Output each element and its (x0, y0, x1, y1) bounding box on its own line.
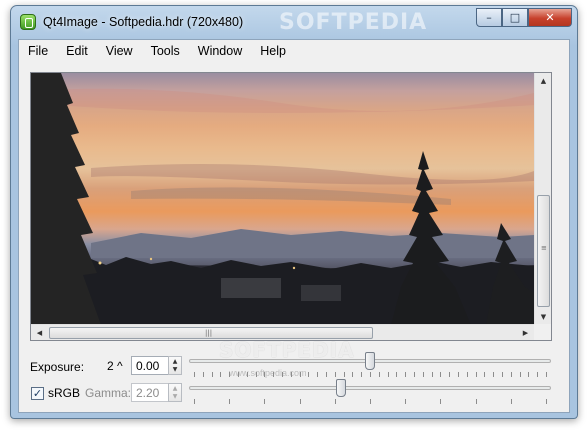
slider-tick (476, 399, 477, 404)
slider-tick (379, 372, 380, 377)
stepper-up-icon[interactable]: ▲ (173, 358, 178, 365)
scroll-grip-icon: ≡ (541, 244, 547, 252)
slider-tick (484, 372, 485, 377)
menu-help[interactable]: Help (251, 40, 295, 62)
slider-tick (273, 372, 274, 377)
slider-tick (238, 372, 239, 377)
client-area: File Edit View Tools Window Help ▲ ≡ ▼ ◀… (18, 39, 570, 413)
srgb-label: sRGB (48, 386, 81, 400)
slider-tick (194, 399, 195, 404)
slider-tick (511, 399, 512, 404)
exposure-range-label: 2 ^ (107, 359, 123, 373)
slider-tick (493, 372, 494, 377)
slider-tick (440, 399, 441, 404)
window-title: Qt4Image - Softpedia.hdr (720x480) (43, 15, 244, 29)
stepper-up-icon[interactable]: ▲ (173, 385, 178, 392)
slider-tick (502, 372, 503, 377)
slider-tick (282, 372, 283, 377)
slider-tick (335, 399, 336, 404)
slider-tick (308, 372, 309, 377)
watermark-text: SOFTPEDIA (279, 10, 428, 35)
slider-tick (511, 372, 512, 377)
slider-tick (335, 372, 336, 377)
app-window: Qt4Image - Softpedia.hdr (720x480) SOFTP… (10, 5, 578, 419)
slider-tick (317, 372, 318, 377)
slider-tick (361, 372, 362, 377)
slider-tick (546, 372, 547, 377)
slider-tick (432, 372, 433, 377)
slider-tick (449, 372, 450, 377)
title-bar[interactable]: Qt4Image - Softpedia.hdr (720x480) SOFTP… (11, 6, 577, 38)
slider-tick (352, 372, 353, 377)
stepper-down-icon[interactable]: ▼ (173, 366, 178, 373)
slider-tick (256, 372, 257, 377)
image-viewport: ▲ ≡ ▼ ◀ ||| ▶ (30, 72, 552, 341)
slider-tick (344, 372, 345, 377)
exposure-field[interactable]: 0.00 (131, 356, 169, 375)
scroll-corner (534, 324, 551, 340)
scroll-right-arrow[interactable]: ▶ (517, 325, 534, 340)
slider-tick (370, 399, 371, 404)
menu-file[interactable]: File (19, 40, 57, 62)
window-controls: – □ ✕ (476, 8, 572, 28)
app-icon (20, 14, 36, 30)
maximize-button[interactable]: □ (502, 8, 528, 27)
minimize-button[interactable]: – (476, 8, 502, 27)
exposure-stepper[interactable]: ▲ ▼ (168, 356, 182, 375)
vertical-scroll-thumb[interactable]: ≡ (537, 195, 550, 307)
gamma-field[interactable]: 2.20 (131, 383, 169, 402)
gamma-stepper[interactable]: ▲ ▼ (168, 383, 182, 402)
slider-tick (528, 372, 529, 377)
close-button[interactable]: ✕ (528, 8, 572, 27)
sunset-image-icon (31, 73, 534, 325)
slider-tick (440, 372, 441, 377)
slider-tick (458, 372, 459, 377)
gamma-slider-handle[interactable] (336, 379, 347, 397)
menu-view[interactable]: View (97, 40, 142, 62)
scroll-up-arrow[interactable]: ▲ (535, 73, 551, 89)
exposure-label: Exposure: (30, 360, 85, 374)
slider-tick (476, 372, 477, 377)
scroll-grip-icon: ||| (205, 329, 213, 337)
slider-tick (247, 372, 248, 377)
slider-tick (546, 399, 547, 404)
slider-tick (405, 372, 406, 377)
scroll-down-arrow[interactable]: ▼ (535, 309, 551, 325)
menu-edit[interactable]: Edit (57, 40, 97, 62)
menu-window[interactable]: Window (189, 40, 251, 62)
slider-tick (220, 372, 221, 377)
slider-tick (537, 372, 538, 377)
slider-tick (194, 372, 195, 377)
slider-tick (203, 372, 204, 377)
scroll-left-arrow[interactable]: ◀ (31, 325, 48, 340)
slider-tick (300, 372, 301, 377)
slider-tick (396, 372, 397, 377)
slider-tick (264, 399, 265, 404)
slider-tick (212, 372, 213, 377)
slider-tick (370, 372, 371, 377)
menu-tools[interactable]: Tools (142, 40, 189, 62)
exposure-slider-ticks (194, 372, 547, 377)
slider-tick (467, 372, 468, 377)
gamma-slider[interactable] (189, 386, 551, 390)
slider-tick (423, 372, 424, 377)
hdr-image-view[interactable] (31, 73, 534, 325)
gamma-label: Gamma: (85, 386, 132, 400)
slider-tick (264, 372, 265, 377)
slider-tick (405, 399, 406, 404)
gamma-slider-ticks (194, 399, 547, 404)
stepper-down-icon[interactable]: ▼ (173, 393, 178, 400)
slider-tick (229, 399, 230, 404)
vertical-scrollbar[interactable]: ▲ ≡ ▼ (534, 73, 551, 325)
slider-tick (300, 399, 301, 404)
slider-tick (291, 372, 292, 377)
slider-tick (326, 372, 327, 377)
exposure-slider-handle[interactable] (365, 352, 375, 370)
menu-bar: File Edit View Tools Window Help (19, 40, 569, 62)
slider-tick (520, 372, 521, 377)
slider-tick (388, 372, 389, 377)
srgb-checkbox[interactable]: ✓ (31, 387, 44, 400)
slider-tick (414, 372, 415, 377)
slider-tick (229, 372, 230, 377)
